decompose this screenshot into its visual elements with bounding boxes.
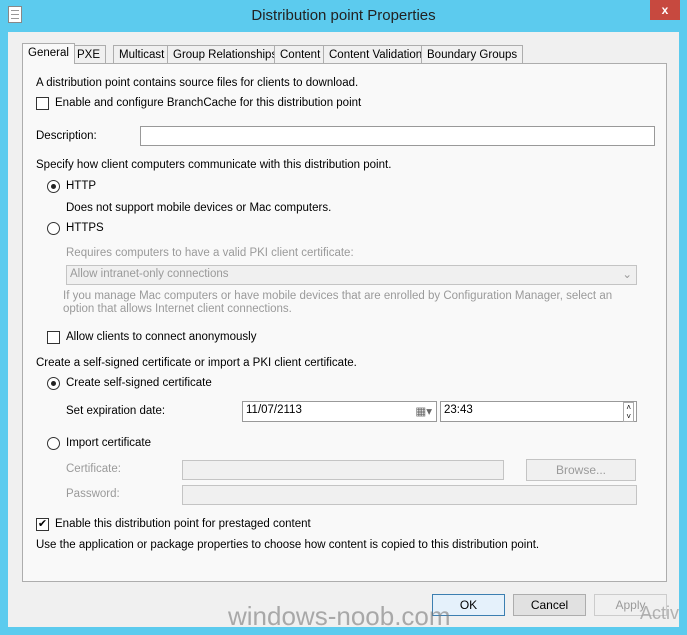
expiration-date-picker[interactable]: 11/07/2113 ▦▾ [242, 401, 437, 422]
tab-content[interactable]: Content [274, 45, 327, 64]
intro-text: A distribution point contains source fil… [36, 77, 359, 89]
spinner-icon[interactable]: ˄ ˅ [623, 402, 634, 422]
pki-select-value: Allow intranet-only connections [70, 268, 229, 280]
calendar-dropdown-icon[interactable]: ▦▾ [415, 404, 432, 418]
branchcache-label: Enable and configure BranchCache for thi… [55, 97, 362, 109]
import-label: Import certificate [66, 437, 151, 449]
selfsigned-label: Create self-signed certificate [66, 377, 212, 389]
expiration-label: Set expiration date: [66, 405, 166, 417]
import-radio[interactable] [47, 437, 60, 450]
password-input[interactable] [182, 485, 637, 505]
tab-group-relationships[interactable]: Group Relationships [167, 45, 284, 64]
communicate-label: Specify how client computers communicate… [36, 159, 392, 171]
http-radio[interactable] [47, 180, 60, 193]
selfsigned-radio[interactable] [47, 377, 60, 390]
cancel-button[interactable]: Cancel [513, 594, 586, 616]
description-label: Description: [36, 130, 97, 142]
tab-boundary-groups[interactable]: Boundary Groups [421, 45, 524, 64]
expiration-time-input[interactable]: 23:43 ˄ ˅ [440, 401, 637, 422]
close-button[interactable]: x [650, 0, 680, 20]
chevron-down-icon: ⌄ [622, 269, 632, 281]
watermark: windows-noob.com [228, 601, 451, 631]
anonymous-checkbox[interactable] [47, 331, 60, 344]
certificate-input[interactable] [182, 460, 504, 480]
pki-select[interactable]: Allow intranet-only connections ⌄ [66, 265, 637, 285]
tab-pxe[interactable]: PXE [71, 45, 107, 64]
branchcache-checkbox[interactable] [36, 97, 49, 110]
window-title: Distribution point Properties [251, 7, 436, 24]
https-radio[interactable] [47, 222, 60, 235]
https-label: HTTPS [66, 222, 104, 234]
mac-note: If you manage Mac computers or have mobi… [63, 290, 613, 315]
prestaged-checkbox[interactable]: ✔ [36, 518, 49, 531]
pki-label: Requires computers to have a valid PKI c… [66, 247, 354, 259]
certificate-section-label: Create a self-signed certificate or impo… [36, 357, 357, 369]
anonymous-label: Allow clients to connect anonymously [66, 331, 257, 343]
expiration-time-value: 23:43 [444, 404, 473, 416]
prestaged-label: Enable this distribution point for prest… [55, 518, 311, 530]
browse-button[interactable]: Browse... [526, 459, 636, 481]
activation-overlay: Activ [640, 603, 680, 623]
tab-general[interactable]: General [22, 43, 75, 64]
title-bar[interactable]: Distribution point Properties x [0, 0, 687, 32]
prestaged-note: Use the application or package propertie… [36, 539, 540, 551]
http-note: Does not support mobile devices or Mac c… [66, 202, 332, 214]
tab-content-validation[interactable]: Content Validation [323, 45, 429, 64]
description-input[interactable] [140, 126, 655, 146]
certificate-label: Certificate: [66, 463, 121, 475]
expiration-date-value: 11/07/2113 [246, 404, 302, 416]
password-label: Password: [66, 488, 120, 500]
http-label: HTTP [66, 180, 97, 192]
tab-multicast[interactable]: Multicast [113, 45, 171, 64]
